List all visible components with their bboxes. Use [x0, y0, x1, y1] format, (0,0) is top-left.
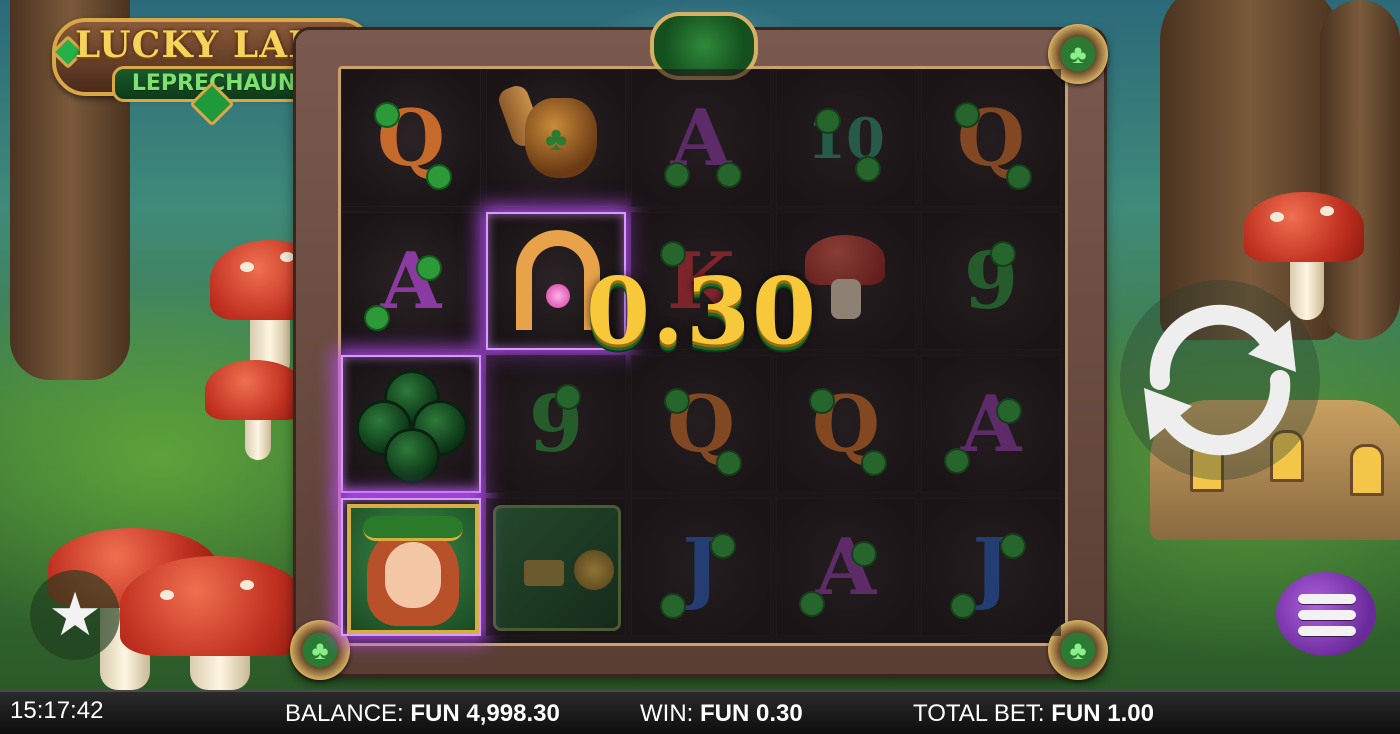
menu-bar [1298, 610, 1356, 620]
win-display: WIN: FUN 0.30 [640, 700, 803, 728]
clover-icon [1002, 535, 1024, 557]
balance-value: FUN 4,998.30 [410, 700, 560, 727]
win-label: WIN: [640, 700, 694, 727]
symbol-9: 9 [528, 379, 584, 470]
clover-icon [998, 400, 1020, 422]
menu-button[interactable] [1276, 572, 1376, 656]
vault-safe-icon [493, 505, 621, 631]
mushroom-cap-decor [205, 360, 305, 420]
symbol-j: J [972, 522, 1010, 613]
total-bet-label: TOTAL BET: [913, 700, 1045, 727]
clover-icon [956, 104, 978, 126]
clover-icon [666, 164, 688, 186]
symbol-q: Q [957, 93, 1025, 184]
symbol-cell: Q [341, 69, 481, 207]
clover-icon [811, 390, 833, 412]
symbol-a: A [380, 236, 442, 327]
symbol-cell: Q [921, 69, 1061, 207]
status-bar: 15:17:42 BALANCE: FUN 4,998.30 WIN: FUN … [0, 690, 1400, 734]
symbol-q: Q [812, 379, 880, 470]
balance-display: BALANCE: FUN 4,998.30 [285, 700, 560, 728]
symbol-cell: J [921, 498, 1061, 636]
symbol-cell: ♣ [486, 69, 626, 207]
symbol-cell [486, 498, 626, 636]
symbol-10: 10 [807, 106, 885, 172]
mushroom-spot [1270, 212, 1284, 222]
mushroom-cap-decor [120, 556, 310, 656]
clover-icon [946, 450, 968, 472]
clover-icon [557, 386, 579, 408]
clover-icon [952, 595, 974, 617]
clover-icon [817, 110, 839, 132]
lady-hat [363, 516, 463, 541]
symbol-cell: A [341, 212, 481, 350]
clover-icon [418, 257, 440, 279]
house-window [1350, 444, 1384, 496]
clover-icon [801, 593, 823, 615]
symbol-9: 9 [963, 236, 1019, 327]
symbol-cell: Q [631, 355, 771, 493]
symbol-cell-clover-winning [341, 355, 481, 493]
win-amount-overlay: 0.30 [585, 257, 819, 365]
four-leaf-clover-icon [359, 373, 467, 481]
total-bet-value: FUN 1.00 [1051, 700, 1154, 727]
refresh-arrows-icon [1144, 304, 1296, 456]
clover-icon [718, 164, 740, 186]
vault-label [524, 560, 564, 586]
total-bet-display: TOTAL BET: FUN 1.00 [913, 700, 1154, 728]
mushroom-spot [240, 262, 254, 272]
clover-icon [718, 452, 740, 474]
lady-face [385, 542, 441, 608]
clover-icon [992, 243, 1014, 265]
symbol-a: A [670, 93, 732, 184]
symbol-cell: 9 [486, 355, 626, 493]
clover-icon: ♣ [545, 120, 568, 158]
symbol-q: Q [377, 93, 445, 184]
symbol-cell: 10 [776, 69, 916, 207]
symbol-cell: A [776, 498, 916, 636]
mushroom-spot [160, 590, 174, 600]
symbol-cell: Q [776, 355, 916, 493]
clover-icon [853, 543, 875, 565]
menu-bar [1298, 626, 1356, 636]
balance-label: BALANCE: [285, 700, 404, 727]
symbol-cell-lady-winning [341, 498, 481, 636]
clover-icon [376, 104, 398, 126]
menu-bar [1298, 594, 1356, 604]
symbol-a: A [815, 522, 877, 613]
symbol-q: Q [667, 379, 735, 470]
mushroom-spot [240, 580, 254, 590]
symbol-a: A [960, 379, 1022, 470]
favorite-button[interactable]: ★ [30, 570, 120, 660]
symbol-cell: A [631, 69, 771, 207]
clover-icon [366, 307, 388, 329]
symbol-cell: J [631, 498, 771, 636]
clover-icon [662, 595, 684, 617]
clover-icon [428, 166, 450, 188]
lucky-lady-symbol [347, 504, 479, 634]
mushroom-cap-decor [1244, 192, 1364, 262]
symbol-cell: A [921, 355, 1061, 493]
clover-icon [1008, 166, 1030, 188]
mushroom-spot [1320, 206, 1334, 216]
clover-leaf [387, 431, 437, 481]
clover-icon [712, 535, 734, 557]
mushroom-spot [280, 252, 294, 262]
symbol-j: J [682, 522, 720, 613]
vault-dial-icon [574, 550, 614, 590]
tree-trunk-right [1320, 0, 1400, 340]
spin-button[interactable] [1120, 280, 1320, 480]
clover-icon [666, 390, 688, 412]
star-icon: ★ [48, 581, 102, 648]
clover-icon [863, 452, 885, 474]
clover-icon [857, 158, 879, 180]
clock: 15:17:42 [10, 697, 104, 724]
win-value: FUN 0.30 [700, 700, 803, 727]
symbol-cell: 9 [921, 212, 1061, 350]
